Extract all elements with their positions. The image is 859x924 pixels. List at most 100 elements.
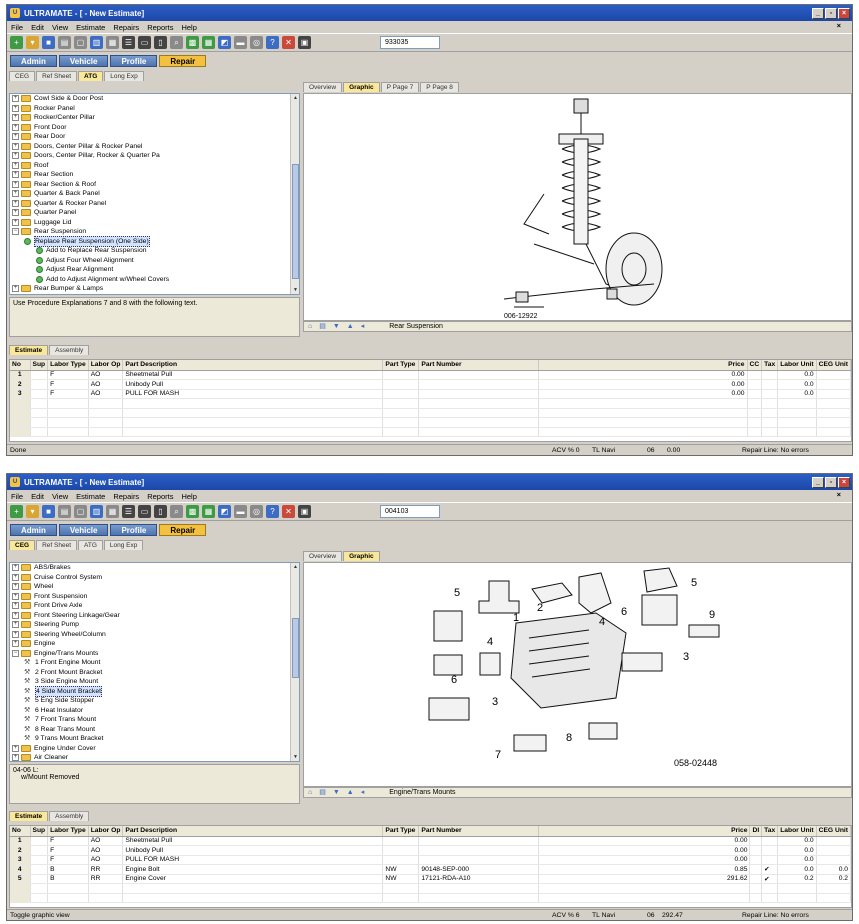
column-header[interactable]: Tax [761, 826, 779, 837]
mdi-close-icon[interactable]: × [837, 490, 841, 499]
table-row[interactable]: 3 F AO PULL FOR MASH 0.00 0.0 [10, 389, 851, 399]
tab-ceg[interactable]: CEG [9, 71, 36, 81]
tree-scrollbar[interactable]: ▲ ▼ [290, 94, 299, 294]
tree-item[interactable]: + Front Suspension [10, 592, 299, 602]
scroll-up-icon[interactable]: ▲ [291, 563, 299, 571]
tab-graphic[interactable]: Graphic [343, 82, 380, 92]
tree-item[interactable]: + Doors, Center Pillar, Rocker & Quarter … [10, 151, 299, 161]
table-row[interactable] [10, 893, 851, 903]
tree-item[interactable]: ⚒ 8 Rear Trans Mount [10, 725, 299, 735]
menu-help[interactable]: Help [181, 23, 196, 32]
keyboard-icon[interactable]: ▬ [234, 505, 247, 518]
tree-item[interactable]: ⚒ 7 Front Trans Mount [10, 715, 299, 725]
menu-view[interactable]: View [52, 492, 68, 501]
menu-estimate[interactable]: Estimate [76, 23, 105, 32]
column-header[interactable]: Part Type [382, 826, 420, 837]
tree-item[interactable]: + Rear Section & Roof [10, 180, 299, 190]
tree-item[interactable]: + Steering Wheel/Column [10, 630, 299, 640]
expand-icon[interactable]: + [12, 744, 19, 752]
tab-p-page-8[interactable]: P Page 8 [420, 82, 459, 92]
tree-item[interactable]: ⚒ 1 Front Engine Mount [10, 658, 299, 668]
expand-icon[interactable]: + [12, 592, 19, 600]
tab-estimate[interactable]: Estimate [9, 345, 49, 355]
collapse-icon[interactable]: − [12, 228, 19, 236]
back-icon[interactable]: ◂ [361, 788, 365, 798]
column-header[interactable]: Sup [30, 360, 49, 371]
menu-repairs[interactable]: Repairs [113, 23, 139, 32]
column-header[interactable]: Labor Op [88, 360, 124, 371]
vin-icon[interactable]: ▣ [298, 36, 311, 49]
table-row[interactable]: 1 F AO Sheetmetal Pull 0.00 0.0 [10, 370, 851, 380]
column-header[interactable]: Price [538, 826, 751, 837]
open-folder-icon[interactable]: ▾ [26, 505, 39, 518]
expand-icon[interactable]: + [12, 209, 19, 217]
table-row[interactable]: 2 F AO Unibody Pull 0.00 0.0 [10, 379, 851, 390]
repair-button[interactable]: Repair [159, 55, 207, 67]
list-view-icon[interactable]: ☰ [122, 36, 135, 49]
search-icon[interactable]: ⌕ [170, 505, 183, 518]
tree-item[interactable]: ⚒ 6 Heat Insulator [10, 706, 299, 716]
expand-icon[interactable]: + [12, 114, 19, 122]
tree-item[interactable]: + Luggage Lid [10, 218, 299, 228]
tree-item[interactable]: + Engine [10, 639, 299, 649]
profile-button[interactable]: Profile [110, 524, 158, 536]
panel-view-icon[interactable]: ▯ [154, 36, 167, 49]
tree-item[interactable]: + Rocker Panel [10, 104, 299, 114]
estimate-number-field[interactable]: 933035 [380, 36, 440, 49]
column-header[interactable]: Labor Type [47, 826, 89, 837]
tree-item[interactable]: + Doors, Center Pillar & Rocker Panel [10, 142, 299, 152]
menu-repairs[interactable]: Repairs [113, 492, 139, 501]
graphic-viewer[interactable]: 006-12922 [303, 93, 852, 321]
spreadsheet-icon[interactable]: ▦ [202, 36, 215, 49]
column-header[interactable]: CEG Unit [816, 826, 851, 837]
column-header[interactable]: Labor Unit [777, 826, 817, 837]
print-icon[interactable]: ▤ [58, 505, 71, 518]
save-icon[interactable]: ■ [42, 36, 55, 49]
expand-icon[interactable]: + [12, 754, 19, 761]
expand-icon[interactable]: + [12, 123, 19, 131]
tree-item[interactable]: + Quarter Panel [10, 208, 299, 218]
tree-item[interactable]: + Quarter & Rocker Panel [10, 199, 299, 209]
home-icon[interactable]: ⌂ [308, 322, 312, 332]
print-graphic-icon[interactable]: ▤ [319, 788, 326, 798]
graphic-viewer[interactable]: 1 2 3 3 4 4 5 5 6 6 7 8 9 058-02448 [303, 562, 852, 787]
table-row[interactable]: 1 F AO Sheetmetal Pull 0.00 0.0 [10, 836, 851, 846]
expand-icon[interactable]: + [12, 199, 19, 207]
expand-icon[interactable]: + [12, 133, 19, 141]
down-arrow-icon[interactable]: ▼ [333, 788, 340, 798]
tab-overview[interactable]: Overview [303, 82, 343, 92]
tree-item[interactable]: + Rocker/Center Pillar [10, 113, 299, 123]
minimize-button[interactable]: _ [812, 476, 824, 488]
profile-button[interactable]: Profile [110, 55, 158, 67]
tree-item[interactable]: + Quarter & Back Panel [10, 189, 299, 199]
menu-view[interactable]: View [52, 23, 68, 32]
tree-item[interactable]: + Rear Door [10, 132, 299, 142]
column-header[interactable]: CC [747, 360, 763, 371]
preview-icon[interactable]: ▢ [74, 36, 87, 49]
print-graphic-icon[interactable]: ▤ [319, 322, 326, 332]
tab-long-exp[interactable]: Long Exp [104, 71, 144, 81]
column-header[interactable]: No [10, 826, 31, 837]
calculator-icon[interactable]: ▩ [186, 36, 199, 49]
expand-icon[interactable]: + [12, 104, 19, 112]
image-icon[interactable]: ◩ [218, 36, 231, 49]
column-header[interactable]: Price [538, 360, 748, 371]
tree-item[interactable]: + Rear Section [10, 170, 299, 180]
table-row[interactable]: 3 F AO PULL FOR MASH 0.00 0.0 [10, 855, 851, 865]
close-button[interactable]: × [838, 476, 850, 488]
tab-ref-sheet[interactable]: Ref Sheet [36, 71, 78, 81]
tab-assembly[interactable]: Assembly [49, 811, 90, 821]
menu-estimate[interactable]: Estimate [76, 492, 105, 501]
zoom-icon[interactable]: ◎ [250, 36, 263, 49]
tree-item[interactable]: ⚒ 9 Trans Mount Bracket [10, 734, 299, 744]
tree-item[interactable]: + Front Drive Axle [10, 601, 299, 611]
collapse-icon[interactable]: − [12, 649, 19, 657]
tree-item[interactable]: Replace Rear Suspension (One Side) [10, 235, 299, 247]
tab-long-exp[interactable]: Long Exp [103, 540, 144, 550]
menu-file[interactable]: File [11, 23, 23, 32]
pages-icon[interactable]: ▦ [106, 36, 119, 49]
split-view-icon[interactable]: ▭ [138, 36, 151, 49]
tree-item[interactable]: + Wheel [10, 582, 299, 592]
expand-icon[interactable]: + [12, 142, 19, 150]
tree-item[interactable]: + Engine Under Cover [10, 744, 299, 754]
